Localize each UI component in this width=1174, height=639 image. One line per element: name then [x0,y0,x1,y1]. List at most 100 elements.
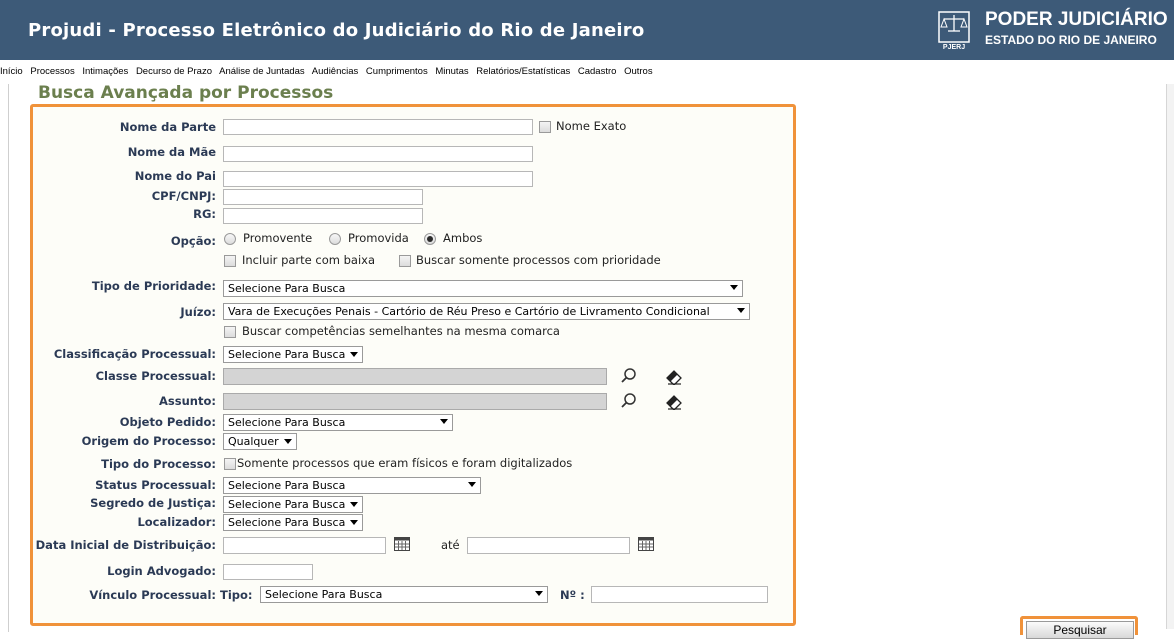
origem-select[interactable]: Qualquer [223,433,297,450]
classificacao-value: Selecione Para Busca [228,348,346,361]
menu-item-outros[interactable]: Outros [624,66,653,77]
ambos-radio[interactable] [424,233,436,245]
eraser-icon[interactable] [665,394,683,410]
localizador-label: Localizador: [137,515,216,529]
search-icon[interactable] [620,392,638,410]
data-inicial-input[interactable] [223,537,386,554]
content-left-border [8,84,9,632]
chevron-down-icon [468,482,476,487]
search-button[interactable]: Pesquisar [1026,621,1134,639]
nome-pai-label: Nome do Pai [134,169,216,183]
juizo-label: Juízo: [180,305,216,319]
menu-item-minutas[interactable]: Minutas [435,66,468,77]
juizo-select[interactable]: Vara de Execuções Penais - Cartório de R… [223,303,750,320]
promovida-radio[interactable] [329,233,341,245]
objeto-value: Selecione Para Busca [228,416,346,429]
vertical-scrollbar[interactable] [1166,84,1174,629]
promovida-label: Promovida [348,231,409,245]
ambos-label: Ambos [443,231,483,245]
incluir-baixa-label: Incluir parte com baixa [242,253,375,267]
promovente-radio[interactable] [224,233,236,245]
brand-subtitle: ESTADO DO RIO DE JANEIRO [985,33,1157,47]
rg-input[interactable] [223,208,423,224]
vinculo-tipo-select[interactable]: Selecione Para Busca [260,586,548,603]
segredo-label: Segredo de Justiça: [90,496,216,510]
classificacao-select[interactable]: Selecione Para Busca [223,346,364,363]
assunto-label: Assunto: [159,394,216,408]
main-menu: Início Processos Intimações Decurso de P… [0,66,658,80]
vinculo-numero-input[interactable] [591,586,768,603]
opcao-label: Opção: [170,234,216,248]
status-label: Status Processual: [95,478,216,492]
nome-mae-input[interactable] [223,146,533,162]
menu-item-analise[interactable]: Análise de Juntadas [219,66,305,77]
data-inicial-label: Data Inicial de Distribuição: [35,538,216,552]
classificacao-label: Classificação Processual: [53,347,216,361]
chevron-down-icon [730,285,738,290]
classe-label: Classe Processual: [95,369,216,383]
calendar-icon[interactable] [394,537,410,551]
chevron-down-icon [737,308,745,313]
segredo-value: Selecione Para Busca [228,498,346,511]
logo-text: PJERJ [942,44,966,51]
objeto-select[interactable]: Selecione Para Busca [223,414,453,431]
vinculo-tipo-label: Tipo: [220,588,253,602]
somente-prioridade-checkbox[interactable] [399,255,411,267]
assunto-input[interactable] [223,393,607,410]
classe-input[interactable] [223,368,607,385]
nome-pai-input[interactable] [223,171,533,187]
menu-item-relatorios[interactable]: Relatórios/Estatísticas [476,66,570,77]
ate-label: até [441,538,460,552]
court-logo-icon [938,11,970,43]
tipo-prioridade-value: Selecione Para Busca [228,282,346,295]
menu-item-cumprimentos[interactable]: Cumprimentos [366,66,428,77]
juizo-value: Vara de Execuções Penais - Cartório de R… [228,305,710,318]
status-select[interactable]: Selecione Para Busca [223,477,481,494]
origem-label: Origem do Processo: [81,434,216,448]
brand-name: PODER JUDICIÁRIO [985,9,1168,30]
digitalizados-label: Somente processos que eram físicos e for… [237,456,573,470]
nome-parte-input[interactable] [223,119,533,135]
menu-item-cadastro[interactable]: Cadastro [578,66,617,77]
login-advogado-input[interactable] [223,564,313,580]
eraser-icon[interactable] [665,369,683,385]
page-title: Busca Avançada por Processos [38,83,334,103]
tipo-prioridade-select[interactable]: Selecione Para Busca [223,280,743,297]
search-icon[interactable] [620,367,638,385]
competencias-semelhantes-checkbox[interactable] [224,326,236,338]
app-title: Projudi - Processo Eletrônico do Judiciá… [28,20,645,41]
nome-mae-label: Nome da Mãe [127,145,216,159]
tipo-prioridade-label: Tipo de Prioridade: [91,279,216,293]
cpf-label: CPF/CNPJ: [151,189,216,203]
login-advogado-label: Login Advogado: [107,564,216,578]
vinculo-tipo-value: Selecione Para Busca [265,588,383,601]
calendar-icon[interactable] [638,537,654,551]
digitalizados-checkbox[interactable] [224,458,236,470]
incluir-baixa-checkbox[interactable] [224,255,236,267]
nome-exato-label: Nome Exato [556,119,627,133]
nome-parte-label: Nome da Parte [119,120,216,134]
menu-item-inicio[interactable]: Início [0,66,23,77]
chevron-down-icon [350,502,359,507]
segredo-select[interactable]: Selecione Para Busca [223,496,364,513]
menu-item-audiencias[interactable]: Audiências [312,66,358,77]
somente-prioridade-label: Buscar somente processos com prioridade [416,253,661,267]
tipo-processo-label: Tipo do Processo: [101,457,216,471]
nome-exato-checkbox[interactable] [539,121,551,133]
objeto-label: Objeto Pedido: [119,415,216,429]
localizador-select[interactable]: Selecione Para Busca [223,514,364,531]
chevron-down-icon [283,439,292,444]
rg-label: RG: [193,207,216,221]
menu-item-intimacoes[interactable]: Intimações [82,66,128,77]
origem-value: Qualquer [228,435,279,448]
vinculo-label: Vínculo Processual: [89,588,216,602]
cpf-input[interactable] [223,189,423,205]
menu-item-processos[interactable]: Processos [30,66,74,77]
menu-item-decurso[interactable]: Decurso de Prazo [136,66,212,77]
chevron-down-icon [440,419,448,424]
app-header: Projudi - Processo Eletrônico do Judiciá… [0,0,1174,60]
data-final-input[interactable] [467,537,630,554]
vinculo-numero-label: Nº : [560,588,585,602]
chevron-down-icon [535,591,543,596]
promovente-label: Promovente [243,231,313,245]
